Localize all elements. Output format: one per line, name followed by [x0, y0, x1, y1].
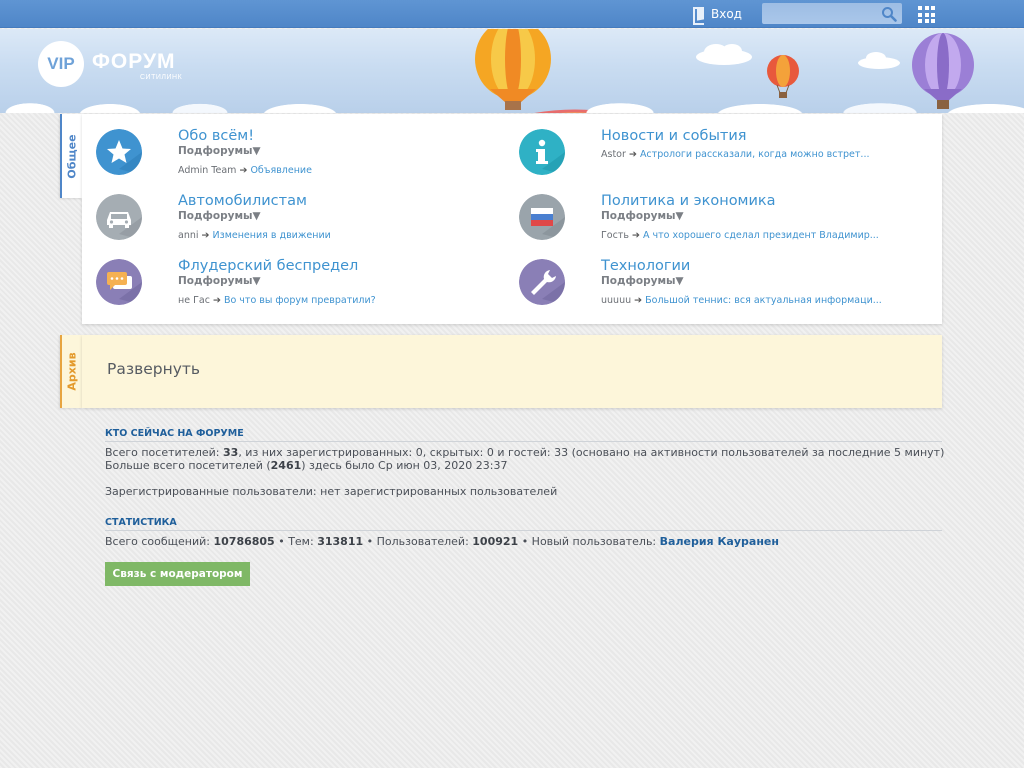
- forum-item: Флудерский беспредел Подфорумы▼ не Гас ➔…: [82, 244, 492, 306]
- online-record-line: Больше всего посетителей (2461) здесь бы…: [105, 459, 507, 472]
- contact-moderator-button[interactable]: Связь с модератором: [105, 562, 250, 586]
- online-visitors-line: Всего посетителей: 33, из них зарегистри…: [105, 446, 944, 459]
- record-label: Больше всего посетителей (: [105, 459, 271, 472]
- online-label: Всего посетителей:: [105, 446, 223, 459]
- forum-title-link[interactable]: Автомобилистам: [178, 193, 307, 209]
- door-icon: [693, 7, 705, 25]
- last-post-user: Гость: [601, 230, 629, 241]
- arrow-icon: ➔: [212, 295, 221, 306]
- subforums-toggle[interactable]: Подфорумы▼: [178, 275, 261, 287]
- star-icon: [96, 129, 142, 175]
- arrow-icon: ➔: [201, 230, 210, 241]
- last-post-link[interactable]: Большой теннис: вся актуальная информаци…: [645, 295, 882, 306]
- topics-label: • Тем:: [274, 535, 318, 548]
- subforums-toggle[interactable]: Подфорумы▼: [178, 145, 261, 157]
- search-input[interactable]: [762, 4, 876, 25]
- forum-title-link[interactable]: Политика и экономика: [601, 193, 776, 209]
- forum-item: Технологии Подфорумы▼ uuuuu ➔ Большой те…: [505, 244, 915, 306]
- logo-sub-text: СИТИЛИНК: [140, 74, 183, 81]
- forum-last-post: Astor ➔ Астрологи рассказали, когда можн…: [601, 149, 869, 160]
- tab-general-label: Общее: [65, 133, 79, 179]
- archive-panel: Развернуть: [82, 335, 942, 408]
- forum-item: Новости и события Astor ➔ Астрологи расс…: [505, 114, 915, 175]
- subforums-toggle[interactable]: Подфорумы▼: [178, 210, 261, 222]
- record-date: ) здесь было Ср июн 03, 2020 23:37: [301, 459, 508, 472]
- expand-button[interactable]: Развернуть: [107, 360, 200, 378]
- forum-last-post: не Гас ➔ Во что вы форум превратили?: [178, 295, 376, 306]
- tab-general[interactable]: Общее: [60, 114, 82, 198]
- last-post-user: Admin Team: [178, 165, 237, 176]
- last-post-link[interactable]: Астрологи рассказали, когда можно встрет…: [640, 149, 870, 160]
- arrow-icon: ➔: [239, 165, 248, 176]
- arrow-icon: ➔: [628, 149, 637, 160]
- forum-last-post: Гость ➔ А что хорошего сделал президент …: [601, 230, 879, 241]
- topics-count: 313811: [317, 535, 364, 548]
- apps-grid-icon[interactable]: [918, 6, 935, 23]
- last-post-user: не Гас: [178, 295, 210, 306]
- logo-forum-text: ФОРУМ: [92, 50, 176, 73]
- forums-panel-general: Обо всём! Подфорумы▼ Admin Team ➔ Объявл…: [82, 114, 942, 324]
- chat-icon: [96, 259, 142, 305]
- forum-last-post: Admin Team ➔ Объявление: [178, 165, 312, 176]
- subforums-toggle[interactable]: Подфорумы▼: [601, 210, 684, 222]
- forum-title-link[interactable]: Технологии: [601, 258, 690, 274]
- online-section-title: КТО СЕЙЧАС НА ФОРУМЕ: [105, 428, 942, 442]
- search-icon[interactable]: [881, 6, 897, 22]
- stats-section-title: СТАТИСТИКА: [105, 517, 942, 531]
- search-box: [762, 3, 902, 25]
- newuser-label: • Новый пользователь:: [518, 535, 660, 548]
- online-details: , из них зарегистрированных: 0, скрытых:…: [238, 446, 945, 459]
- posts-count: 10786805: [213, 535, 275, 548]
- last-post-user: anni: [178, 230, 199, 241]
- users-label: • Пользователей:: [363, 535, 473, 548]
- tab-archive-label: Архив: [65, 352, 79, 391]
- forum-last-post: uuuuu ➔ Большой теннис: вся актуальная и…: [601, 295, 882, 306]
- info-icon: [519, 129, 565, 175]
- users-count: 100921: [472, 535, 519, 548]
- last-post-link[interactable]: Во что вы форум превратили?: [224, 295, 376, 306]
- forum-item: Обо всём! Подфорумы▼ Admin Team ➔ Объявл…: [82, 114, 492, 176]
- forum-title-link[interactable]: Флудерский беспредел: [178, 258, 358, 274]
- last-post-user: Astor: [601, 149, 626, 160]
- forum-title-link[interactable]: Новости и события: [601, 128, 747, 144]
- car-icon: [96, 194, 142, 240]
- login-label: Вход: [711, 7, 742, 21]
- online-count: 33: [223, 446, 239, 459]
- top-bar: Вход: [0, 0, 1024, 28]
- forum-item: Политика и экономика Подфорумы▼ Гость ➔ …: [505, 179, 915, 241]
- registered-users-line: Зарегистрированные пользователи: нет зар…: [105, 485, 558, 498]
- clouds-decoration: [0, 83, 1024, 113]
- stats-line: Всего сообщений: 10786805 • Тем: 313811 …: [105, 535, 779, 548]
- cloud-decoration: [858, 52, 900, 69]
- arrow-icon: ➔: [634, 295, 643, 306]
- forum-item: Автомобилистам Подфорумы▼ anni ➔ Изменен…: [82, 179, 492, 241]
- newuser-link[interactable]: Валерия Кауранен: [660, 535, 779, 548]
- last-post-link[interactable]: А что хорошего сделал президент Владимир…: [643, 230, 879, 241]
- logo-vip: VIP: [38, 41, 84, 87]
- forum-last-post: anni ➔ Изменения в движении: [178, 230, 331, 241]
- last-post-link[interactable]: Изменения в движении: [213, 230, 331, 241]
- site-header: VIP ФОРУМ СИТИЛИНК: [0, 29, 1024, 113]
- forum-title-link[interactable]: Обо всём!: [178, 128, 254, 144]
- last-post-link[interactable]: Объявление: [250, 165, 312, 176]
- wrench-icon: [519, 259, 565, 305]
- flag-icon: [519, 194, 565, 240]
- arrow-icon: ➔: [632, 230, 640, 241]
- tab-archive[interactable]: Архив: [60, 335, 82, 408]
- cloud-decoration: [696, 44, 752, 65]
- last-post-user: uuuuu: [601, 295, 632, 306]
- posts-label: Всего сообщений:: [105, 535, 214, 548]
- record-count: 2461: [270, 459, 302, 472]
- subforums-toggle[interactable]: Подфорумы▼: [601, 275, 684, 287]
- login-link[interactable]: Вход: [693, 5, 742, 25]
